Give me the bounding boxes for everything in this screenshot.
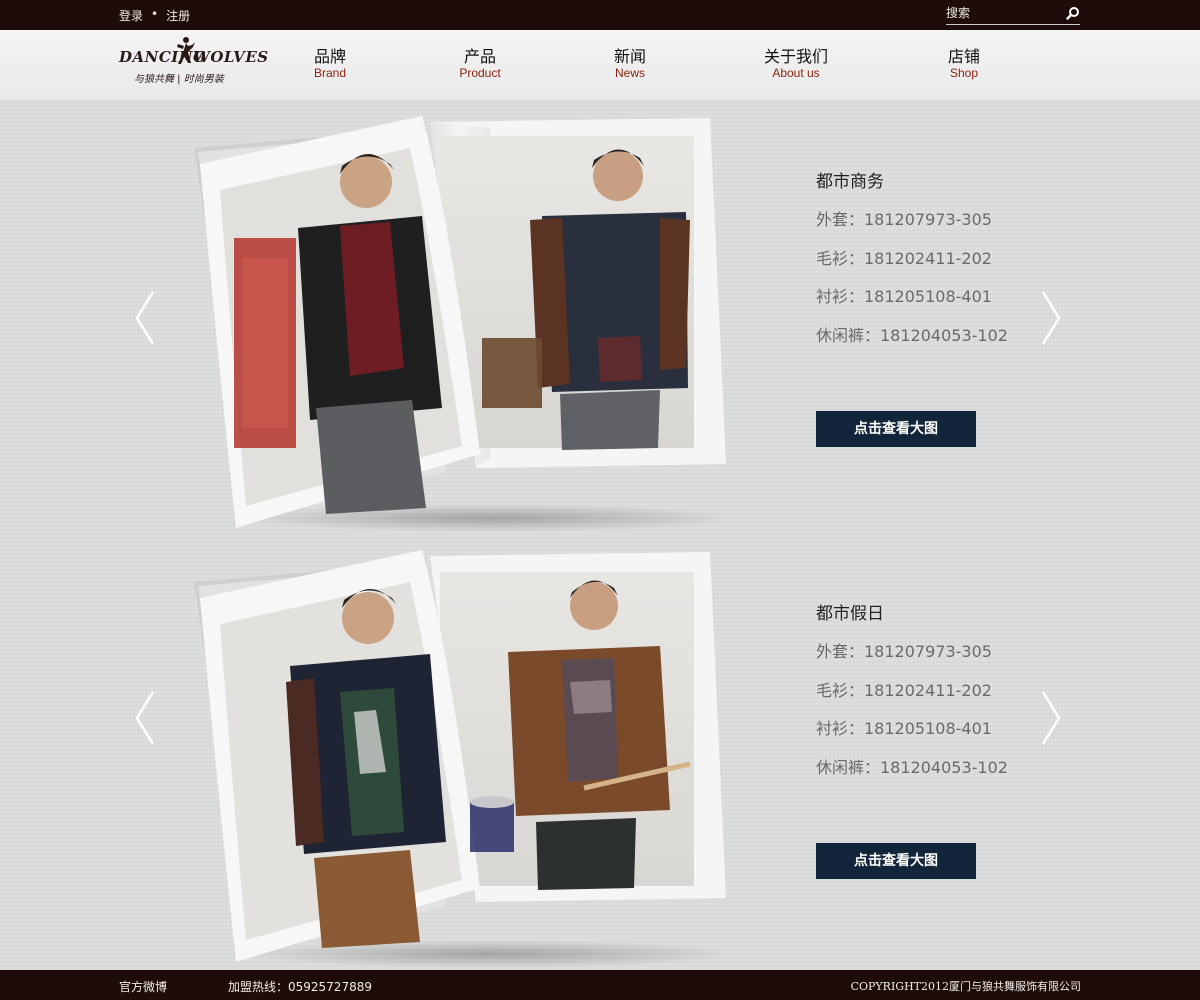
nav-item-shop[interactable]: 店铺 Shop (938, 47, 990, 87)
franchise-hotline: 加盟热线：05925727889 (228, 980, 372, 994)
collection-info-business: 都市商务 外套：181207973-305 毛衫：181202411-202 衬… (816, 171, 1008, 363)
nav-item-sublabel: About us (772, 66, 820, 80)
collection-title: 都市商务 (816, 172, 884, 192)
header: DANCING WOLVES 与狼共舞 | 时尚男装 品牌 Brand 产品 P… (0, 30, 1200, 100)
nav-item-label: 产品 (463, 47, 496, 66)
view-large-image-button[interactable]: 点击查看大图 (816, 411, 976, 447)
weibo-link[interactable]: 官方微博 (119, 978, 167, 995)
collection-title: 都市假日 (816, 604, 884, 624)
nav-item-label: 关于我们 (763, 47, 828, 66)
nav-item-news[interactable]: 新闻 News (604, 47, 656, 87)
nav-item-product[interactable]: 产品 Product (449, 47, 511, 87)
login-link[interactable]: 登录 (119, 7, 143, 24)
nav-item-about[interactable]: 关于我们 About us (758, 47, 834, 87)
arrow-right-icon[interactable] (1040, 690, 1062, 746)
top-bar: 登录 • 注册 (0, 0, 1200, 30)
item-code: 衬衫：181205108-401 (816, 287, 992, 306)
auth-links: 登录 • 注册 (119, 7, 190, 24)
item-code: 休闲裤：181204053-102 (816, 757, 1008, 777)
nav-item-sublabel: Product (459, 66, 501, 80)
item-code: 外套：181207973-305 (816, 642, 992, 661)
collection-info-holiday: 都市假日 外套：181207973-305 毛衫：181202411-202 衬… (816, 603, 1008, 795)
nav-item-sublabel: Brand (313, 66, 347, 80)
arrow-left-icon[interactable] (134, 290, 156, 346)
item-code: 毛衫：181202411-202 (816, 680, 992, 700)
nav-item-label: 品牌 (313, 47, 346, 66)
item-code: 休闲裤：181204053-102 (816, 325, 1008, 345)
nav-item-label: 店铺 (947, 47, 980, 66)
logo-tagline: 与狼共舞 | 时尚男装 (134, 74, 224, 85)
item-code: 外套：181207973-305 (816, 210, 992, 229)
nav-item-sublabel: News (614, 66, 645, 80)
register-link[interactable]: 注册 (166, 7, 190, 24)
arrow-left-icon[interactable] (134, 690, 156, 746)
arrow-right-icon[interactable] (1040, 290, 1062, 346)
nav-item-label: 新闻 (613, 47, 646, 66)
footer: 官方微博 加盟热线：05925727889 COPYRIGHT2012厦门与狼共… (0, 970, 1200, 1000)
auth-separator: • (151, 7, 159, 21)
lookbook-album-business[interactable] (190, 108, 750, 538)
logo-word-right: WOLVES (193, 48, 269, 66)
item-code: 毛衫：181202411-202 (816, 248, 992, 268)
search-icon[interactable] (1066, 5, 1080, 20)
lookbook-album-holiday[interactable] (190, 542, 750, 972)
copyright: COPYRIGHT2012厦门与狼共舞服饰有限公司 (850, 980, 1081, 993)
brand-logo[interactable]: DANCING WOLVES 与狼共舞 | 时尚男装 (119, 36, 268, 86)
search-input[interactable] (946, 3, 1056, 23)
item-code: 衬衫：181205108-401 (816, 719, 992, 738)
nav-item-brand[interactable]: 品牌 Brand (305, 47, 355, 87)
nav-item-sublabel: Shop (949, 66, 979, 80)
search-box (946, 3, 1080, 25)
view-large-image-button[interactable]: 点击查看大图 (816, 843, 976, 879)
